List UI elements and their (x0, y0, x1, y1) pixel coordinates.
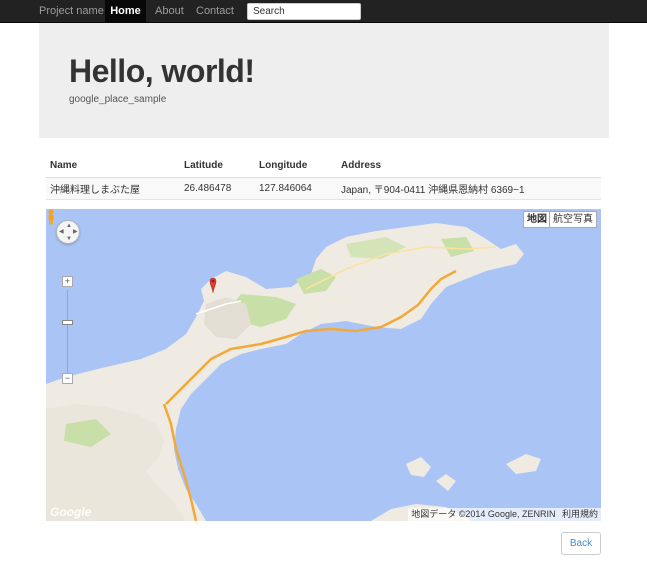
nav-item-contact[interactable]: Contact (196, 0, 234, 23)
column-header-address: Address (337, 155, 601, 178)
pan-up-icon[interactable]: ▲ (66, 223, 72, 229)
zoom-in-button[interactable]: + (62, 276, 73, 287)
column-header-name: Name (46, 155, 180, 178)
pan-down-icon[interactable]: ▼ (66, 236, 72, 242)
column-header-latitude: Latitude (180, 155, 255, 178)
cell-latitude: 26.486478 (180, 177, 255, 200)
cell-longitude: 127.846064 (255, 177, 337, 200)
cell-address: Japan, 〒904-0411 沖縄県恩納村 6369−1 (337, 177, 601, 200)
map-type-satellite-button[interactable]: 航空写真 (549, 211, 597, 228)
nav-item-home[interactable]: Home (105, 0, 146, 23)
back-button[interactable]: Back (561, 532, 601, 555)
zoom-track[interactable] (67, 290, 68, 374)
map-canvas (46, 209, 601, 521)
page-subtitle: google_place_sample (69, 94, 167, 105)
column-header-longitude: Longitude (255, 155, 337, 178)
map-pan-control[interactable]: ▲ ◀ ▶ ▼ (56, 220, 80, 244)
zoom-out-button[interactable]: − (62, 373, 73, 384)
terms-link[interactable]: 利用規約 (562, 509, 598, 519)
pan-left-icon[interactable]: ◀ (59, 229, 64, 235)
table-row: 沖縄料理しまぶた屋 26.486478 127.846064 Japan, 〒9… (46, 177, 601, 200)
search-input[interactable] (247, 3, 361, 20)
place-table: Name Latitude Longitude Address 沖縄料理しまぶた… (46, 155, 601, 200)
page-title: Hello, world! (69, 53, 255, 89)
navbar: Project name Home About Contact (0, 0, 647, 23)
zoom-slider-handle[interactable] (62, 320, 73, 325)
table-header-row: Name Latitude Longitude Address (46, 155, 601, 178)
map-type-map-button[interactable]: 地図 (523, 211, 551, 228)
map-attribution: 地図データ ©2014 Google, ZENRIN 利用規約 (408, 508, 601, 521)
nav-item-about[interactable]: About (155, 0, 184, 23)
nav-brand-link[interactable]: Project name (39, 0, 104, 23)
google-map[interactable]: ▲ ◀ ▶ ▼ + − 地図 航空写真 Google 地図データ ©2014 G… (46, 209, 601, 521)
google-logo[interactable]: Google (50, 505, 91, 519)
pegman-icon[interactable] (46, 209, 56, 225)
attribution-text: 地図データ ©2014 Google, ZENRIN (411, 509, 556, 519)
jumbotron: Hello, world! google_place_sample (39, 23, 609, 138)
pan-right-icon[interactable]: ▶ (73, 229, 78, 235)
cell-name: 沖縄料理しまぶた屋 (46, 177, 180, 200)
